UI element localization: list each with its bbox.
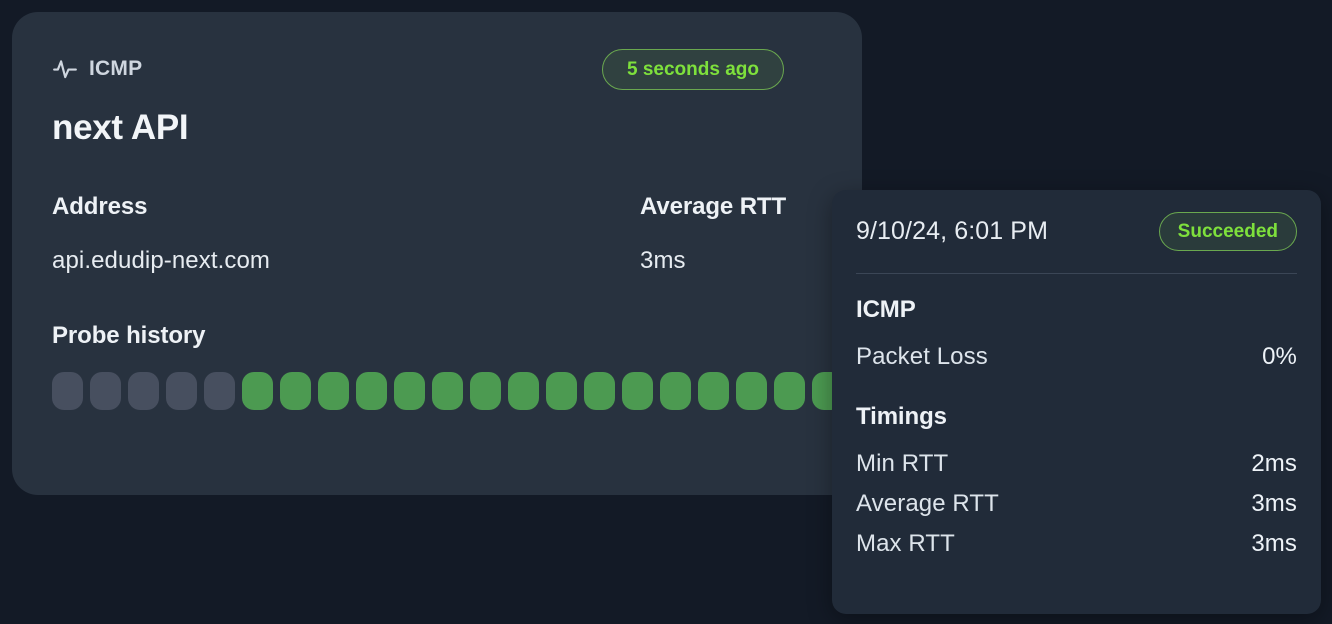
probe-detail-tooltip: 9/10/24, 6:01 PM Succeeded ICMP Packet L… [832, 190, 1321, 614]
probe-bar-success[interactable] [432, 372, 463, 410]
monitor-card-body: ICMP 5 seconds ago next API Address api.… [12, 12, 862, 495]
probe-bar-success[interactable] [546, 372, 577, 410]
probe-timestamp: 9/10/24, 6:01 PM [856, 217, 1049, 245]
detail-row: Min RTT 2ms [856, 444, 1297, 484]
detail-row: Packet Loss 0% [856, 337, 1297, 377]
probe-bar-success[interactable] [356, 372, 387, 410]
detail-value: 2ms [1251, 450, 1297, 477]
protocol-indicator: ICMP [52, 56, 142, 82]
tooltip-header: 9/10/24, 6:01 PM Succeeded [856, 212, 1297, 274]
detail-key: Packet Loss [856, 343, 988, 370]
monitor-title: next API [52, 108, 189, 147]
probe-history-section: Probe history [52, 322, 862, 410]
freshness-badge: 5 seconds ago [602, 48, 784, 90]
detail-row: Max RTT 3ms [856, 524, 1297, 564]
group-title: ICMP [856, 296, 916, 323]
detail-key: Min RTT [856, 450, 949, 477]
probe-bar-empty[interactable] [128, 372, 159, 410]
probe-bar-success[interactable] [584, 372, 615, 410]
monitor-card: ICMP 5 seconds ago next API Address api.… [12, 12, 862, 495]
tooltip-group-icmp: ICMP Packet Loss 0% [856, 296, 1297, 377]
probe-bar-empty[interactable] [166, 372, 197, 410]
probe-bar-success[interactable] [470, 372, 501, 410]
detail-value: 3ms [1251, 530, 1297, 557]
probe-bar-success[interactable] [622, 372, 653, 410]
probe-bar-empty[interactable] [204, 372, 235, 410]
detail-key: Max RTT [856, 530, 955, 557]
probe-bar-empty[interactable] [90, 372, 121, 410]
detail-value: 3ms [1251, 490, 1297, 517]
detail-row: Average RTT 3ms [856, 484, 1297, 524]
probe-bar-success[interactable] [242, 372, 273, 410]
probe-bar-success[interactable] [280, 372, 311, 410]
status-badge: Succeeded [1158, 212, 1297, 251]
tooltip-group-timings: Timings Min RTT 2ms Average RTT 3ms Max … [856, 403, 1297, 564]
probe-bar-success[interactable] [508, 372, 539, 410]
metric-average-rtt: Average RTT 3ms [640, 193, 786, 275]
metric-address: Address api.edudip-next.com [52, 193, 640, 275]
probe-bar-success[interactable] [660, 372, 691, 410]
detail-key: Average RTT [856, 490, 999, 517]
pulse-activity-icon [53, 60, 77, 79]
probe-history-heading: Probe history [52, 322, 206, 349]
probe-bar-success[interactable] [394, 372, 425, 410]
metrics-row: Address api.edudip-next.com Average RTT … [52, 193, 822, 275]
probe-bar-success[interactable] [736, 372, 767, 410]
probe-bar-success[interactable] [698, 372, 729, 410]
metric-label: Address [52, 193, 148, 220]
monitor-card-header: ICMP 5 seconds ago [52, 48, 822, 90]
probe-bar-empty[interactable] [52, 372, 83, 410]
metric-value: 3ms [640, 247, 686, 274]
probe-bar-success[interactable] [318, 372, 349, 410]
probe-history-bars [52, 372, 862, 410]
probe-bar-success[interactable] [774, 372, 805, 410]
metric-value: api.edudip-next.com [52, 247, 271, 274]
protocol-label: ICMP [89, 57, 143, 80]
group-title: Timings [856, 403, 947, 430]
detail-value: 0% [1262, 343, 1297, 370]
metric-label: Average RTT [640, 193, 787, 220]
